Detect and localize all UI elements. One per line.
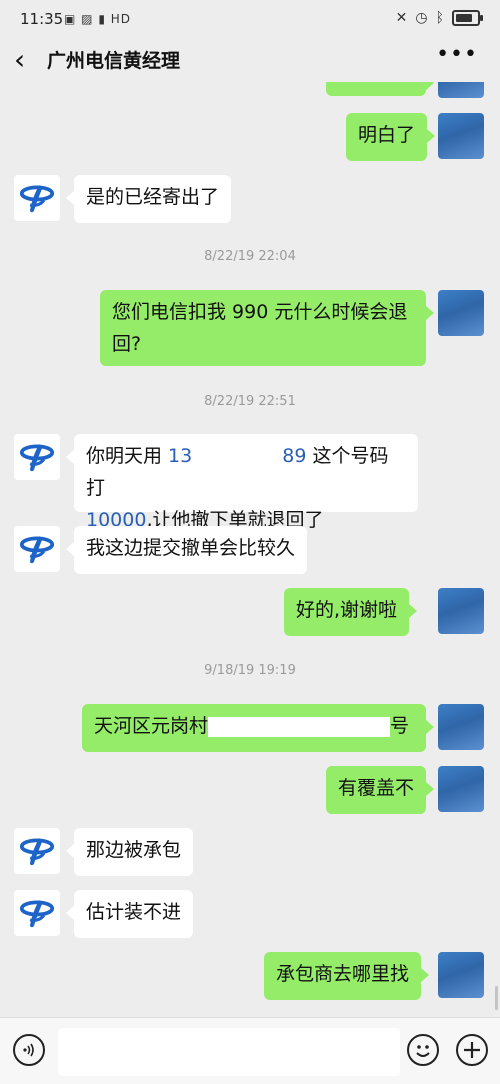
chat-title: 广州电信黄经理 xyxy=(47,50,181,72)
message-bubble-partial[interactable] xyxy=(326,82,434,96)
status-notification-icons: ▣ ▨ ▮ HD xyxy=(64,12,131,26)
china-telecom-logo-icon xyxy=(18,530,56,568)
china-telecom-logo-icon xyxy=(18,832,56,870)
message-text: 估计装不进 xyxy=(86,901,182,923)
message-text: 是的已经寄出了 xyxy=(86,186,220,208)
bluetooth-icon: ᛒ xyxy=(435,10,444,26)
more-dots-icon[interactable]: ••• xyxy=(436,42,478,67)
message-bubble-out[interactable]: 有覆盖不 xyxy=(326,766,435,814)
image-icon: ▣ xyxy=(64,12,77,26)
message-bubble-in[interactable]: 我这边提交撤单会比较久 xyxy=(65,526,308,574)
message-bubble-in[interactable]: 那边被承包 xyxy=(65,828,194,876)
input-bar xyxy=(0,1017,500,1084)
status-time: 11:35 xyxy=(20,10,64,28)
plus-icon[interactable] xyxy=(456,1034,488,1066)
redacted-digits xyxy=(192,446,283,467)
contact-avatar[interactable] xyxy=(14,434,60,480)
status-right-icons: ✕ ◷ ᛒ xyxy=(395,10,483,26)
user-avatar[interactable] xyxy=(438,113,484,159)
message-bubble-out[interactable]: 好的,谢谢啦 xyxy=(284,588,418,636)
message-text: 号 xyxy=(390,715,410,737)
china-telecom-logo-icon xyxy=(18,438,56,476)
user-avatar[interactable] xyxy=(438,290,484,336)
user-avatar[interactable] xyxy=(438,952,484,998)
mute-icon: ✕ xyxy=(395,10,408,26)
message-text-line1: 您们电信扣我 990 元什么时候会退 xyxy=(112,301,408,323)
message-bubble-in[interactable]: 你明天用 13 89 这个号码打 10000,让他撤下单就退回了 xyxy=(66,434,418,531)
message-timestamp: 8/22/19 22:51 xyxy=(204,394,296,409)
signal-icon: ▮ xyxy=(98,12,106,26)
message-bubble-out[interactable]: 承包商去哪里找 xyxy=(264,952,430,1000)
message-bubble-out[interactable]: 明白了 xyxy=(346,113,436,161)
contact-avatar[interactable] xyxy=(14,890,60,936)
chevron-left-icon[interactable]: ‹ xyxy=(14,46,25,74)
redacted-address xyxy=(208,716,391,737)
phone-number-link[interactable]: 13 89 xyxy=(168,445,306,467)
message-list[interactable]: 明白了 是的已经寄出了 8/22/19 22:04 您们电信扣我 990 元什么… xyxy=(0,82,500,1016)
message-text: 明白了 xyxy=(358,124,416,146)
chat-header: ‹ 广州电信黄经理 ••• xyxy=(0,40,500,80)
network-type: HD xyxy=(110,12,132,26)
message-text: 好的,谢谢啦 xyxy=(296,599,398,621)
message-text: 有覆盖不 xyxy=(338,777,415,799)
message-timestamp: 9/18/19 19:19 xyxy=(204,663,296,678)
emoji-icon[interactable] xyxy=(407,1034,439,1066)
message-input[interactable] xyxy=(58,1028,400,1076)
message-timestamp: 8/22/19 22:04 xyxy=(204,249,296,264)
user-avatar[interactable] xyxy=(438,82,484,98)
message-text: 我这边提交撤单会比较久 xyxy=(86,537,296,559)
message-bubble-in[interactable]: 是的已经寄出了 xyxy=(65,175,232,223)
contact-avatar[interactable] xyxy=(14,175,60,221)
message-text-line1: 你明天用 13 89 这个号码打 xyxy=(86,445,389,499)
message-text: 承包商去哪里找 xyxy=(276,963,410,985)
user-avatar[interactable] xyxy=(438,766,484,812)
contact-avatar[interactable] xyxy=(14,526,60,572)
china-telecom-logo-icon xyxy=(18,894,56,932)
message-bubble-out[interactable]: 天河区元岗村 号 xyxy=(82,704,434,752)
message-text: 天河区元岗村 xyxy=(94,715,209,737)
status-bar: 11:35 ▣ ▨ ▮ HD ✕ ◷ ᛒ xyxy=(0,0,500,40)
battery-icon xyxy=(452,10,483,26)
alarm-icon: ◷ xyxy=(415,10,428,26)
user-avatar[interactable] xyxy=(438,588,484,634)
voice-icon[interactable] xyxy=(13,1034,45,1066)
china-telecom-logo-icon xyxy=(18,179,56,217)
message-text: 那边被承包 xyxy=(86,839,182,861)
gallery-icon: ▨ xyxy=(81,12,94,26)
message-text-line2: 回? xyxy=(112,333,142,355)
message-bubble-out[interactable]: 您们电信扣我 990 元什么时候会退 回? xyxy=(100,290,434,366)
message-bubble-in[interactable]: 估计装不进 xyxy=(65,890,194,938)
scrollbar[interactable] xyxy=(495,986,498,1010)
user-avatar[interactable] xyxy=(438,704,484,750)
contact-avatar[interactable] xyxy=(14,828,60,874)
